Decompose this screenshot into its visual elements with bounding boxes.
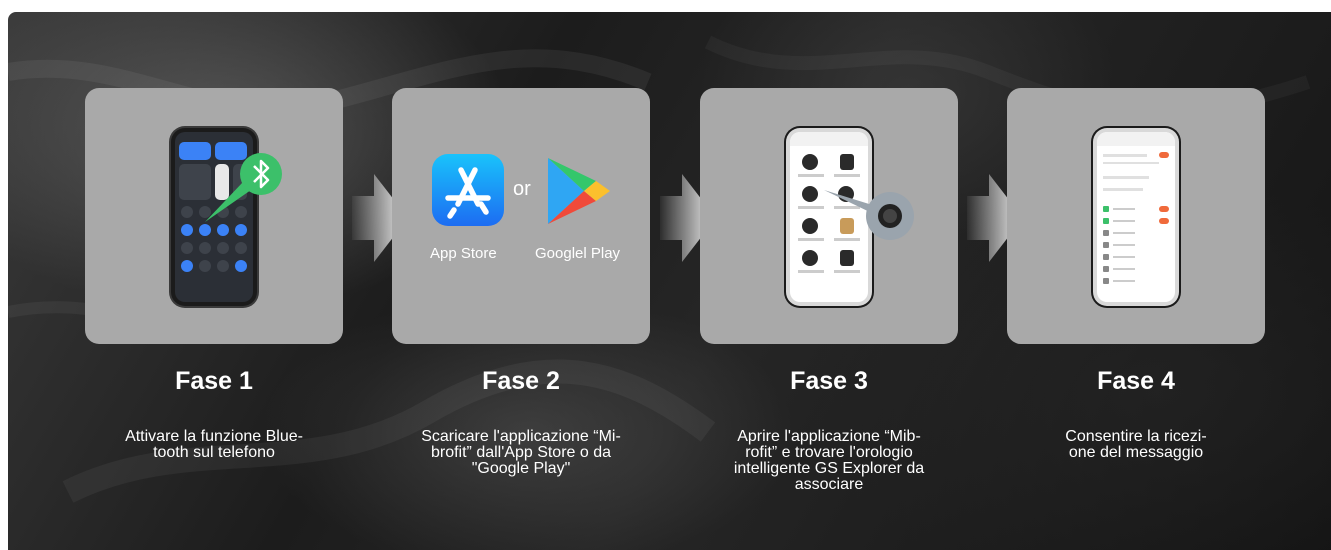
bluetooth-icon	[205, 153, 282, 222]
step-4-card	[1007, 88, 1265, 344]
app-store-icon[interactable]	[432, 154, 504, 226]
step-2-title: Fase 2	[482, 367, 560, 395]
step-3-desc-line: intelligente GS Explorer da	[733, 460, 925, 477]
step-1-card	[85, 88, 343, 344]
steps-banner: or App Store Googlel Play Fase 1 Fase 2 …	[8, 12, 1331, 550]
step-4-title: Fase 4	[1097, 367, 1175, 395]
step-3-title: Fase 3	[790, 367, 868, 395]
step-3-desc-line: Aprire l'applicazione “Mib-	[737, 428, 921, 445]
google-play-label: Googlel Play	[535, 245, 621, 262]
step-2-card: or App Store Googlel Play	[392, 88, 650, 344]
step-2-desc-line: brofit” dall'App Store o da	[430, 444, 612, 461]
watch-magnifier-icon	[824, 190, 914, 240]
settings-list	[1097, 132, 1175, 284]
page: or App Store Googlel Play Fase 1 Fase 2 …	[0, 0, 1331, 550]
step-4-description: Consentire la ricezi- one del messaggio	[1007, 429, 1265, 461]
app-store-label: App Store	[430, 245, 497, 262]
notification-settings-screen	[1097, 132, 1175, 302]
step-2-desc-line: "Google Play"	[471, 460, 571, 477]
step-4-desc-line: one del messaggio	[1068, 444, 1204, 461]
or-label: or	[513, 178, 531, 200]
step-1-desc-line: tooth sul telefono	[153, 444, 275, 461]
step-4-desc-line: Consentire la ricezi-	[1065, 428, 1207, 445]
step-3-description: Aprire l'applicazione “Mib- rofit” e tro…	[700, 429, 958, 493]
google-play-icon[interactable]	[544, 154, 612, 228]
step-3-desc-line: rofit” e trovare l'orologio	[745, 444, 913, 461]
step-1-desc-line: Attivare la funzione Blue-	[125, 428, 303, 445]
step-3-desc-line: associare	[794, 476, 864, 493]
step-3-card	[700, 88, 958, 344]
step-2-description: Scaricare l'applicazione “Mi- brofit” da…	[392, 429, 650, 477]
step-1-title: Fase 1	[175, 367, 253, 395]
step-2-desc-line: Scaricare l'applicazione “Mi-	[421, 428, 621, 445]
phone-notification-settings	[1093, 128, 1179, 306]
step-1-description: Attivare la funzione Blue- tooth sul tel…	[85, 429, 343, 461]
